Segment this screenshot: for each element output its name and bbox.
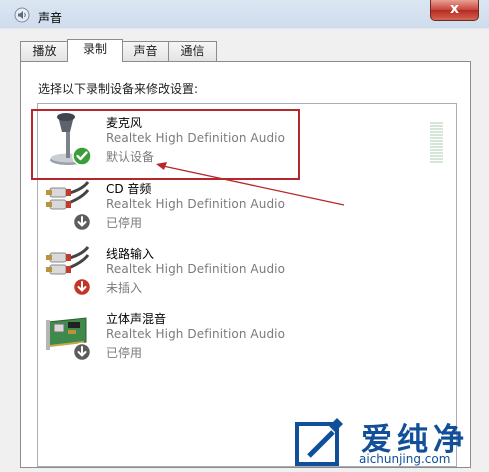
device-driver: Realtek High Definition Audio — [106, 262, 286, 276]
tab-communications[interactable]: 通信 — [168, 41, 217, 61]
watermark-url: aichunjing.com — [359, 452, 451, 466]
device-name: 麦克风 — [106, 116, 143, 130]
close-icon: x — [449, 1, 460, 17]
device-status: 未插入 — [106, 281, 143, 295]
device-driver: Realtek High Definition Audio — [106, 197, 286, 211]
device-item-stereo-mix[interactable]: 立体声混音 Realtek High Definition Audio 已停用 — [38, 306, 456, 371]
microphone-icon — [50, 113, 92, 166]
disabled-arrow-icon — [72, 212, 92, 232]
audio-cable-icon — [46, 246, 92, 297]
device-name: 线路输入 — [106, 247, 155, 261]
audio-cable-icon — [46, 181, 92, 232]
tab-sounds[interactable]: 声音 — [121, 41, 170, 61]
tab-playback[interactable]: 播放 — [20, 41, 69, 61]
device-name: CD 音频 — [106, 182, 152, 196]
tab-recording[interactable]: 录制 — [67, 39, 123, 62]
instruction-text: 选择以下录制设备来修改设置: — [38, 82, 199, 96]
sound-card-icon — [46, 317, 92, 362]
title-bar[interactable]: 声音 x — [0, 0, 489, 30]
sound-dialog-window: 声音 x 播放 录制 声音 通信 选择以下录制设备来修改设置: 麦克风 Real… — [0, 0, 489, 472]
device-status: 已停用 — [106, 346, 143, 360]
device-status: 默认设备 — [106, 150, 155, 164]
device-name: 立体声混音 — [106, 312, 167, 326]
device-item-cd-audio[interactable]: CD 音频 Realtek High Definition Audio 已停用 — [38, 176, 456, 241]
disabled-arrow-icon — [72, 342, 92, 362]
default-check-icon — [72, 146, 92, 166]
input-level-meter — [430, 122, 443, 164]
close-button[interactable]: x — [430, 0, 479, 21]
device-driver: Realtek High Definition Audio — [106, 131, 286, 145]
device-status: 已停用 — [106, 216, 143, 230]
window-title: 声音 — [38, 11, 63, 25]
device-item-line-in[interactable]: 线路输入 Realtek High Definition Audio 未插入 — [38, 241, 456, 306]
speaker-icon — [14, 7, 30, 23]
device-item-microphone[interactable]: 麦克风 Realtek High Definition Audio 默认设备 — [38, 110, 456, 175]
device-driver: Realtek High Definition Audio — [106, 327, 286, 341]
aichunjing-logo-icon — [295, 418, 343, 466]
unplugged-arrow-icon — [72, 277, 92, 297]
watermark: 爱纯净 aichunjing.com — [287, 412, 487, 470]
